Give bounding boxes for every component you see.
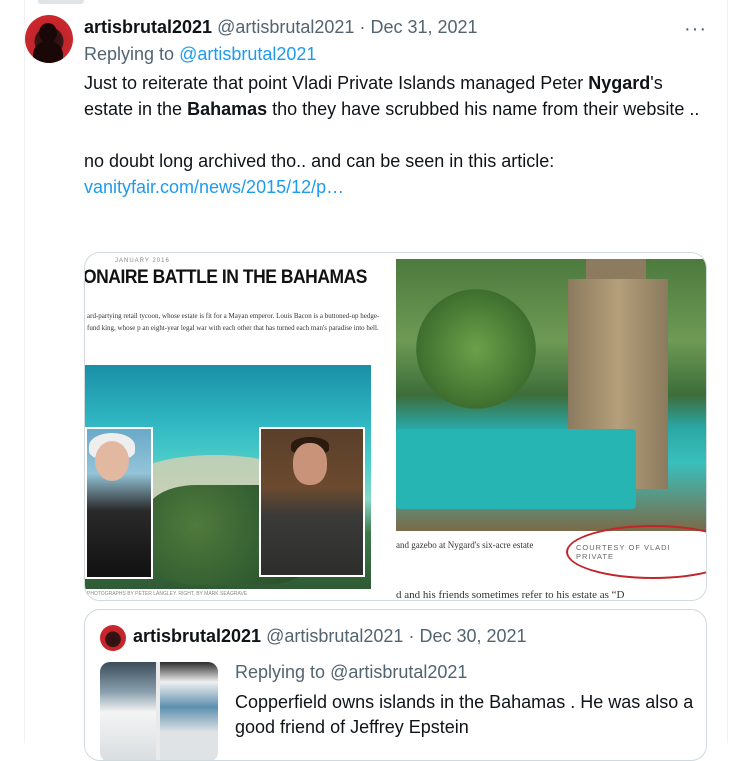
pool-shape	[396, 429, 636, 509]
tweet-header: artisbrutal2021 @artisbrutal2021 · Dec 3…	[84, 17, 478, 38]
quoted-thumbnail	[100, 662, 218, 760]
avatar[interactable]	[25, 15, 73, 63]
text-segment: no doubt long archived tho.. and can be …	[84, 151, 555, 171]
palm-shape	[416, 289, 536, 409]
article-link[interactable]: vanityfair.com/news/2015/12/p…	[84, 177, 344, 197]
more-options-icon[interactable]: ···	[684, 18, 707, 41]
quoted-avatar	[100, 625, 126, 651]
magazine-subhead: ard-partying retail tycoon, whose estate…	[87, 312, 380, 332]
highlight-term: Bahamas	[187, 99, 268, 119]
tweet-text: Just to reiterate that point Vladi Priva…	[84, 70, 714, 200]
replying-to-link[interactable]: @artisbrutal2021	[179, 44, 316, 64]
tweet-image[interactable]: JANUARY 2016 ONAIRE BATTLE IN THE BAHAMA…	[84, 252, 707, 601]
article-text-cut: d and his friends sometimes refer to his…	[396, 589, 625, 601]
face-shape	[293, 443, 327, 485]
thumb-panel-right	[160, 662, 218, 760]
photo-credit: PHOTOGRAPHS BY PETER LANGLEY. RIGHT, BY …	[87, 591, 248, 597]
tweet-date[interactable]: Dec 31, 2021	[370, 17, 477, 37]
avatar-silhouette-body	[33, 41, 63, 63]
user-handle[interactable]: @artisbrutal2021	[217, 17, 354, 37]
quoted-date: Dec 30, 2021	[419, 626, 527, 646]
magazine-page-left: JANUARY 2016 ONAIRE BATTLE IN THE BAHAMA…	[85, 253, 394, 600]
avatar-silhouette-head	[39, 23, 57, 43]
photo-caption: and gazebo at Nygard's six-acre estate	[396, 540, 534, 550]
text-segment: tho they have scrubbed his name from the…	[267, 99, 700, 119]
replying-handle: @artisbrutal2021	[330, 662, 468, 682]
thumb-panel-left	[100, 662, 156, 760]
highlight-term: Nygard	[588, 73, 651, 93]
replying-prefix: Replying to	[84, 44, 175, 64]
text-segment: Just to reiterate that point Vladi Priva…	[84, 73, 589, 93]
tweet-paragraph-1: Just to reiterate that point Vladi Priva…	[84, 70, 714, 122]
separator-dot: ·	[408, 626, 415, 646]
quoted-replying-to: Replying to @artisbrutal2021	[235, 662, 467, 683]
thread-connector	[38, 0, 84, 4]
resort-photo	[396, 259, 706, 531]
replying-prefix: Replying to	[235, 662, 326, 682]
tweet-paragraph-2: no doubt long archived tho.. and can be …	[84, 148, 714, 200]
quoted-display-name: artisbrutal2021	[133, 626, 262, 646]
red-annotation-circle	[566, 525, 706, 579]
separator-dot: ·	[359, 17, 366, 37]
replying-to: Replying to @artisbrutal2021	[84, 44, 316, 65]
quoted-text: Copperfield owns islands in the Bahamas …	[235, 692, 694, 737]
quoted-tweet[interactable]: artisbrutal2021 @artisbrutal2021 · Dec 3…	[84, 609, 707, 761]
face-shape	[95, 441, 129, 481]
thread-border-right	[727, 0, 728, 743]
quoted-handle: @artisbrutal2021	[266, 626, 404, 646]
portrait-photo-right	[259, 427, 365, 577]
display-name[interactable]: artisbrutal2021	[84, 17, 212, 37]
magazine-page-right: and gazebo at Nygard's six-acre estate C…	[394, 253, 706, 600]
magazine-headline: ONAIRE BATTLE IN THE BAHAMAS	[84, 267, 367, 288]
portrait-photo-left	[85, 427, 153, 579]
thread-border-left	[24, 0, 25, 743]
tweet[interactable]: artisbrutal2021 @artisbrutal2021 · Dec 3…	[0, 0, 753, 761]
quoted-header: artisbrutal2021 @artisbrutal2021 · Dec 3…	[133, 626, 527, 647]
magazine-date: JANUARY 2016	[115, 258, 170, 264]
